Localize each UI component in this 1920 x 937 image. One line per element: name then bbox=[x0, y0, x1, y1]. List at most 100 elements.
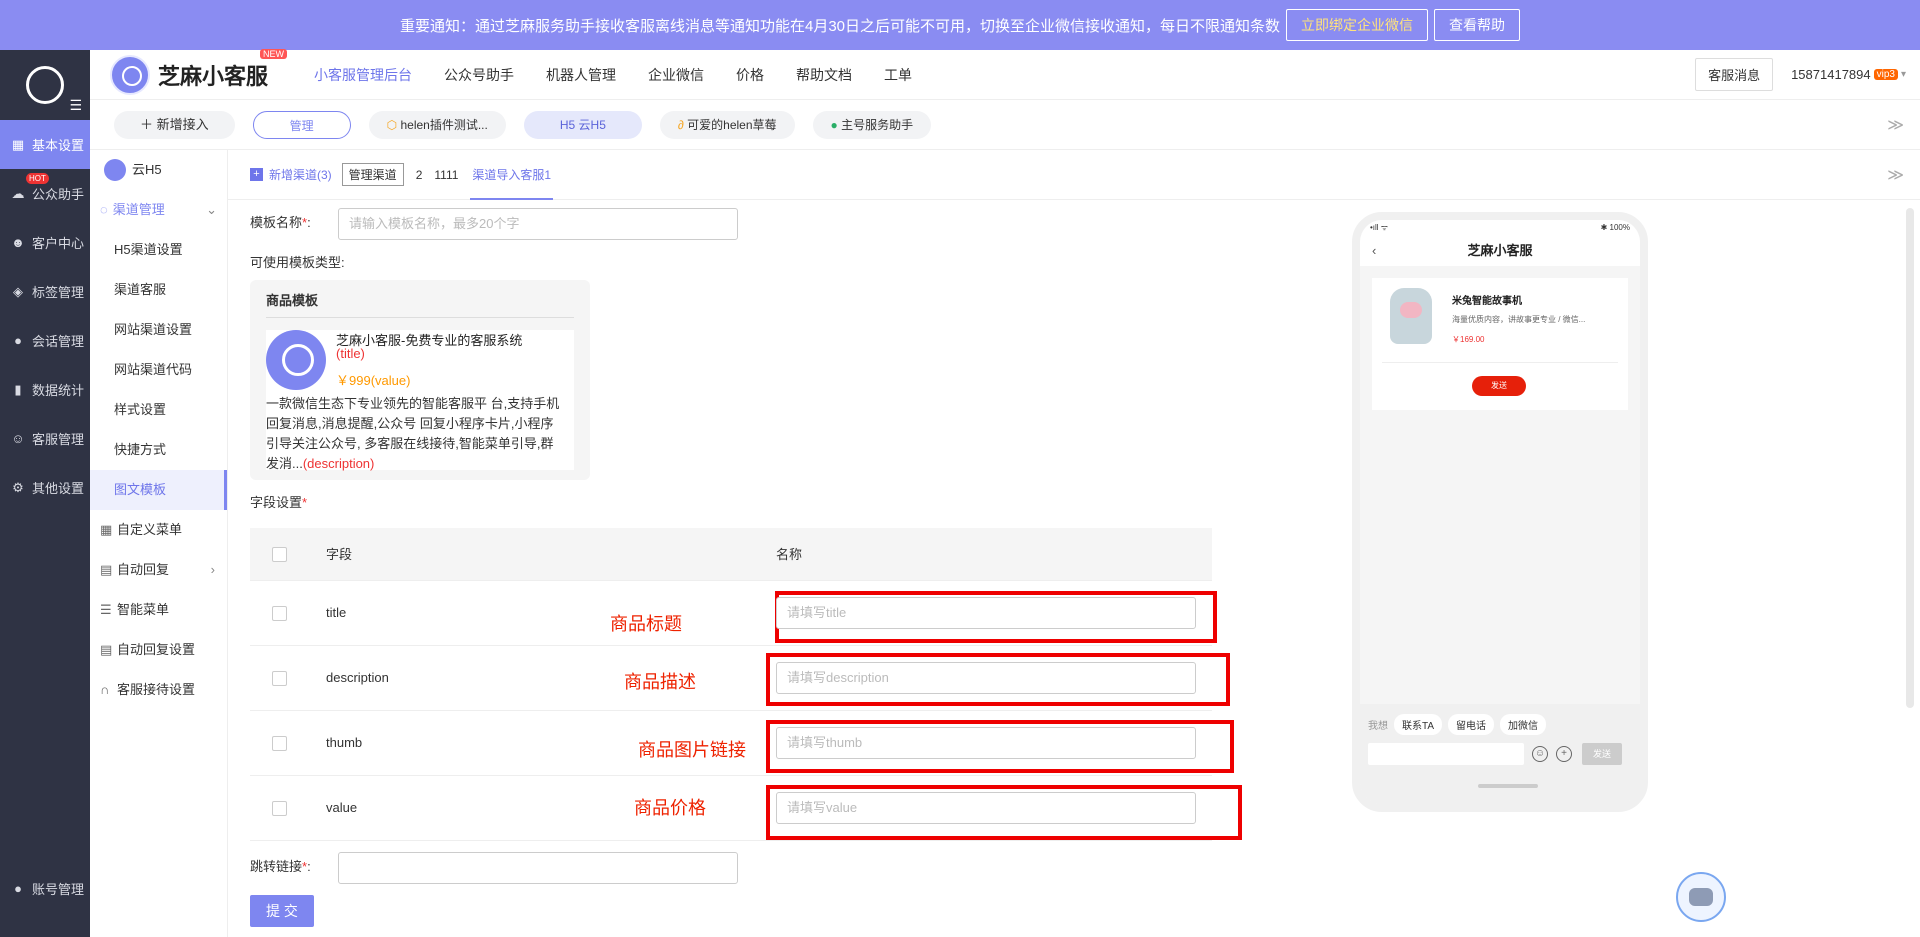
channel-chip-current[interactable]: H5 云H5 bbox=[523, 110, 642, 139]
card-description: 一款微信生态下专业领先的智能客服平 台,支持手机回复消息,消息提醒,公众号 回复… bbox=[266, 394, 566, 474]
channel-tab-active[interactable]: 渠道导入客服1 bbox=[470, 150, 554, 200]
menu-website-channel-settings[interactable]: 网站渠道设置 bbox=[90, 310, 227, 350]
nav-customer-center[interactable]: ☻ 客户中心 bbox=[0, 218, 90, 267]
view-help-button[interactable]: 查看帮助 bbox=[1434, 9, 1521, 41]
topnav-price[interactable]: 价格 bbox=[720, 50, 780, 100]
row-checkbox[interactable] bbox=[272, 605, 287, 621]
menu-label: 自定义菜单 bbox=[117, 522, 183, 537]
quick-contact[interactable]: 联系TA bbox=[1394, 714, 1443, 735]
grid-icon: ▦ bbox=[11, 136, 25, 152]
phone-preview: •ıll ᯤ ✱ 100% ‹ 芝麻小客服 米兔智能故事机 海量优质内容，讲故事… bbox=[1352, 212, 1648, 812]
nav-label: 基本设置 bbox=[32, 138, 85, 153]
menu-shortcuts[interactable]: 快捷方式 bbox=[90, 430, 227, 470]
plus-circle-icon[interactable]: + bbox=[1556, 746, 1572, 762]
notice-text: 重要通知：通过芝麻服务助手接收客服离线消息等通知功能在4月30日之后可能不可用，… bbox=[399, 17, 1281, 35]
phone-message-input[interactable] bbox=[1368, 743, 1524, 765]
double-chevron-right-icon[interactable]: ≫ bbox=[1887, 165, 1904, 185]
row-checkbox[interactable] bbox=[272, 800, 287, 816]
menu-website-channel-code[interactable]: 网站渠道代码 bbox=[90, 350, 227, 390]
topnav-admin[interactable]: 小客服管理后台 bbox=[298, 50, 428, 100]
submit-button[interactable]: 提 交 bbox=[250, 895, 314, 927]
channel-header[interactable]: 云H5 bbox=[90, 150, 227, 190]
channel-tab[interactable]: 1111 bbox=[434, 168, 458, 182]
thumb-name-input[interactable]: 请填写thumb bbox=[776, 726, 1196, 759]
top-bar: 芝麻小客服 NEW 小客服管理后台 公众号助手 机器人管理 企业微信 价格 帮助… bbox=[90, 48, 1920, 100]
link-icon: ∂ bbox=[677, 117, 684, 132]
nav-other-settings[interactable]: ⚙ 其他设置 bbox=[0, 463, 90, 512]
card-send-button[interactable]: 发送 bbox=[1472, 376, 1526, 396]
nav-statistics[interactable]: ▮ 数据统计 bbox=[0, 365, 90, 414]
nav-agent-management[interactable]: ☺ 客服管理 bbox=[0, 414, 90, 463]
bind-wecom-button[interactable]: 立即绑定企业微信 bbox=[1286, 9, 1429, 41]
row-checkbox[interactable] bbox=[272, 670, 287, 686]
nav-session-management[interactable]: ● 会话管理 bbox=[0, 316, 90, 365]
menu-label: 智能菜单 bbox=[117, 602, 170, 617]
menu-channel-agents[interactable]: 渠道客服 bbox=[90, 270, 227, 310]
manage-button[interactable]: 管理 bbox=[252, 110, 351, 139]
channel-tab[interactable]: 2 bbox=[416, 168, 423, 182]
phone-status-bar: •ıll ᯤ ✱ 100% bbox=[1360, 220, 1640, 236]
page-scrollbar[interactable] bbox=[1906, 208, 1914, 708]
nav-label: 数据统计 bbox=[32, 383, 85, 398]
value-name-input[interactable]: 请填写value bbox=[776, 791, 1196, 824]
menu-h5-channel-settings[interactable]: H5渠道设置 bbox=[90, 230, 227, 270]
annotation-thumb: 商品图片链接 bbox=[638, 740, 746, 761]
menu-smart-menu[interactable]: ☰ 智能菜单 bbox=[90, 590, 227, 630]
app-logo[interactable]: ☰ bbox=[0, 50, 90, 120]
list-icon: ☰ bbox=[100, 602, 112, 617]
topnav-mp-assistant[interactable]: 公众号助手 bbox=[428, 50, 530, 100]
menu-custom-menu[interactable]: ▦ 自定义菜单 bbox=[90, 510, 227, 550]
row-checkbox[interactable] bbox=[272, 735, 287, 751]
fields-label: 字段设置* bbox=[250, 492, 307, 511]
phone-title: 芝麻小客服 bbox=[1467, 243, 1533, 258]
select-all-checkbox[interactable] bbox=[272, 546, 287, 562]
menu-label: 客服接待设置 bbox=[117, 682, 196, 697]
menu-rich-template[interactable]: 图文模板 bbox=[90, 470, 227, 510]
menu-toggle-icon[interactable]: ☰ bbox=[69, 97, 82, 114]
double-chevron-right-icon[interactable]: ≫ bbox=[1887, 115, 1904, 135]
nav-basic-settings[interactable]: ▦ 基本设置 bbox=[0, 120, 90, 169]
quick-wechat[interactable]: 加微信 bbox=[1500, 714, 1547, 735]
channel-chip[interactable]: ∂ 可爱的helen草莓 bbox=[659, 110, 795, 139]
topnav-wecom[interactable]: 企业微信 bbox=[632, 50, 720, 100]
emoji-icon[interactable]: ☺ bbox=[1532, 746, 1548, 762]
nav-account-management[interactable]: ● 账号管理 bbox=[0, 864, 90, 913]
add-access-button[interactable]: ＋ 新增接入 bbox=[114, 110, 235, 139]
phone-input-row: ☺ + 发送 bbox=[1360, 735, 1640, 773]
tag-icon: ◈ bbox=[13, 283, 23, 299]
link-input[interactable] bbox=[338, 852, 738, 884]
header-checkbox-cell bbox=[250, 528, 326, 581]
channel-name: 云H5 bbox=[132, 162, 162, 177]
nav-tag-management[interactable]: ◈ 标签管理 bbox=[0, 267, 90, 316]
channel-management-group[interactable]: ◌ 渠道管理 ⌄ bbox=[90, 190, 227, 230]
title-name-input[interactable]: 请填写title bbox=[776, 596, 1196, 629]
brand[interactable]: 芝麻小客服 NEW bbox=[110, 48, 295, 95]
required-mark: * bbox=[302, 215, 308, 230]
add-channel-button[interactable]: + 新增渠道(3) bbox=[250, 166, 332, 183]
topnav-ticket[interactable]: 工单 bbox=[868, 50, 928, 100]
assistant-robot-icon[interactable] bbox=[1676, 872, 1726, 922]
chip-label: 主号服务助手 bbox=[841, 117, 914, 132]
product-template-card[interactable]: 商品模板 芝麻小客服-免费专业的客服系统 (title) ￥999(value)… bbox=[250, 280, 590, 480]
menu-auto-reply-settings[interactable]: ▤ 自动回复设置 bbox=[90, 630, 227, 670]
back-icon[interactable]: ‹ bbox=[1372, 236, 1376, 266]
annotation-value: 商品价格 bbox=[634, 798, 706, 819]
home-indicator bbox=[1478, 784, 1538, 788]
chevron-down-icon[interactable]: ▾ bbox=[1901, 69, 1906, 80]
manage-channel-button[interactable]: 管理渠道 bbox=[341, 163, 404, 186]
account-phone[interactable]: 15871417894 bbox=[1791, 67, 1871, 82]
topnav-robot[interactable]: 机器人管理 bbox=[530, 50, 632, 100]
quick-phone[interactable]: 留电话 bbox=[1448, 714, 1495, 735]
plugin-icon: ⬡ bbox=[386, 117, 398, 132]
phone-send-button[interactable]: 发送 bbox=[1582, 743, 1622, 765]
nav-public-assistant[interactable]: HOT ☁ 公众助手 bbox=[0, 169, 90, 218]
topnav-docs[interactable]: 帮助文档 bbox=[780, 50, 868, 100]
menu-auto-reply[interactable]: ▤ 自动回复 › bbox=[90, 550, 227, 590]
channel-chip[interactable]: ⬡ helen插件测试... bbox=[368, 110, 506, 139]
channel-chip[interactable]: ● 主号服务助手 bbox=[812, 110, 932, 139]
menu-style-settings[interactable]: 样式设置 bbox=[90, 390, 227, 430]
service-message-button[interactable]: 客服消息 bbox=[1695, 58, 1774, 91]
menu-reception-settings[interactable]: ∩ 客服接待设置 bbox=[90, 670, 227, 710]
template-name-input[interactable]: 请输入模板名称，最多20个字 bbox=[338, 208, 738, 240]
description-name-input[interactable]: 请填写description bbox=[776, 661, 1196, 694]
